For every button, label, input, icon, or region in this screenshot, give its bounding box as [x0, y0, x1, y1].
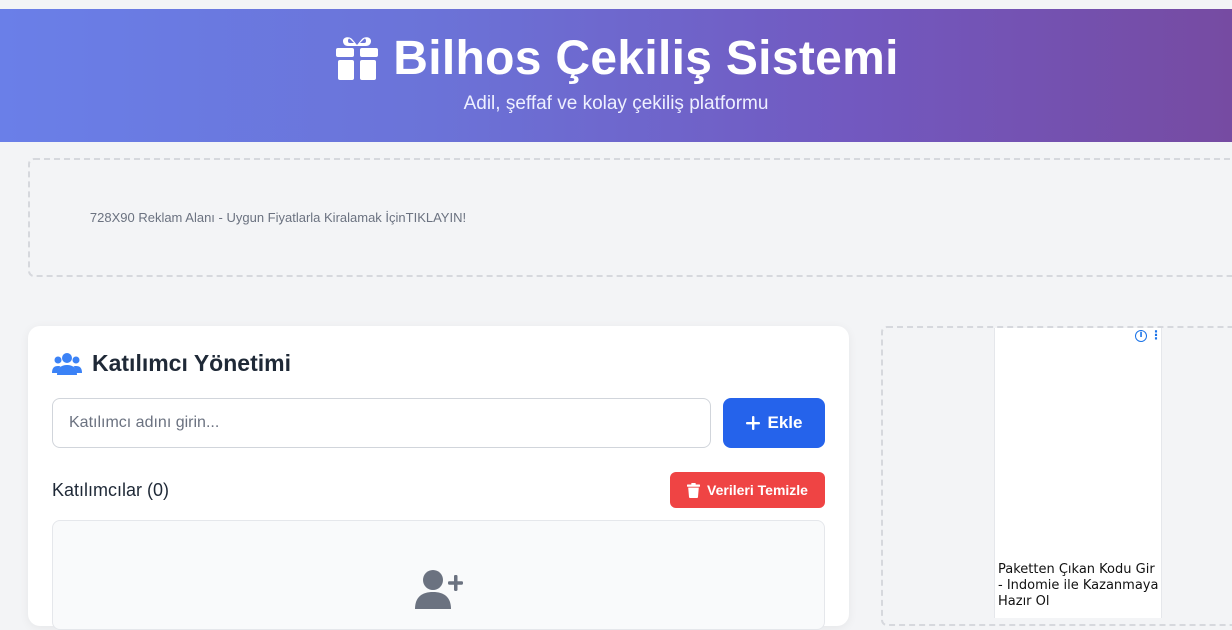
card-title: Katılımcı Yönetimi: [92, 350, 291, 376]
page-subtitle: Adil, şeffaf ve kolay çekiliş platformu: [463, 93, 769, 114]
ad-sidebar-frame[interactable]: i ⋮ Paketten Çıkan Kodu Gir - Indomie il…: [994, 328, 1162, 618]
gift-icon: [336, 37, 379, 80]
clear-data-button[interactable]: Verileri Temizle: [670, 472, 825, 508]
participants-count-label: Katılımcılar (0): [52, 480, 170, 500]
participants-empty-state: [52, 520, 825, 630]
users-icon: [52, 352, 82, 375]
clear-button-label: Verileri Temizle: [707, 482, 808, 498]
page-header: Bilhos Çekiliş Sistemi Adil, şeffaf ve k…: [0, 9, 1232, 142]
participant-name-input[interactable]: [52, 398, 711, 448]
more-vertical-icon[interactable]: ⋮: [1150, 329, 1162, 341]
add-participant-button[interactable]: Ekle: [723, 398, 825, 448]
user-plus-icon: [415, 570, 463, 609]
trash-icon: [687, 482, 701, 498]
ad-sidebar-text[interactable]: Paketten Çıkan Kodu Gir - Indomie ile Ka…: [998, 562, 1160, 610]
ad-banner-top[interactable]: 728X90 Reklam Alanı - Uygun Fiyatlarla K…: [28, 158, 1232, 277]
participant-management-card: Katılımcı Yönetimi Ekle Katılımcılar (0)…: [28, 326, 849, 630]
header-title-row: Bilhos Çekiliş Sistemi: [0, 31, 1232, 87]
info-icon[interactable]: i: [1135, 330, 1147, 342]
ad-banner-text[interactable]: 728X90 Reklam Alanı - Uygun Fiyatlarla K…: [90, 210, 466, 225]
add-button-label: Ekle: [767, 413, 803, 432]
page-title: Bilhos Çekiliş Sistemi: [393, 32, 899, 85]
card-title-row: Katılımcı Yönetimi: [52, 350, 291, 377]
plus-icon: [745, 416, 760, 430]
top-strip: [0, 0, 1232, 9]
